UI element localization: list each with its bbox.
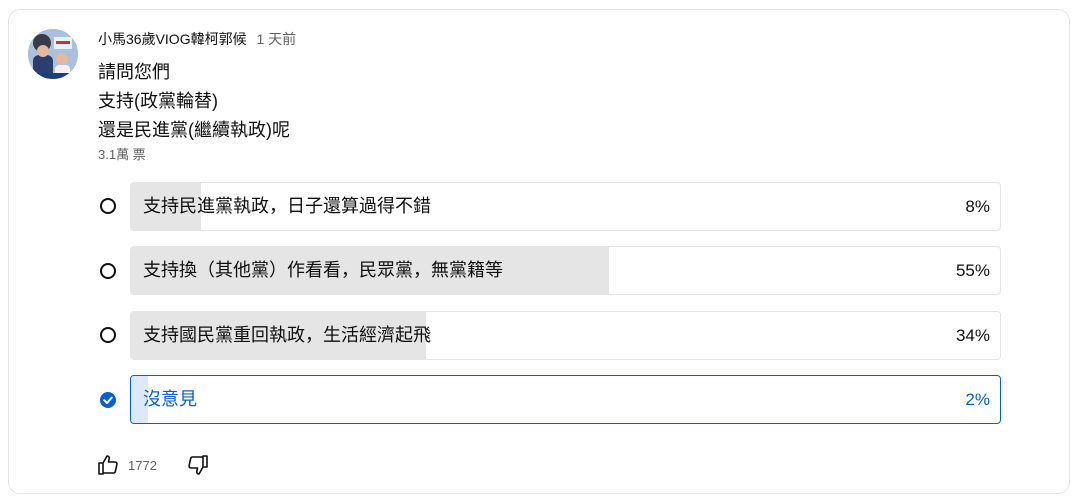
poll-option-label: 支持民進黨執政，日子還算過得不錯	[143, 196, 431, 216]
poll-option-label: 沒意見	[143, 389, 197, 409]
poll-option-label: 支持國民黨重回執政，生活經濟起飛	[143, 325, 431, 345]
poll-option[interactable]: 支持換（其他黨）作看看，民眾黨，無黨籍等 55%	[130, 246, 1001, 295]
post-text: 請問您們 支持(政黨輪替) 還是民進黨(繼續執政)呢	[98, 58, 290, 145]
poll-option-label: 支持換（其他黨）作看看，民眾黨，無黨籍等	[143, 260, 503, 280]
post-text-line: 請問您們	[98, 62, 170, 82]
poll-option-radio[interactable]	[100, 263, 116, 279]
thumb-up-icon[interactable]	[95, 452, 121, 478]
poll-option-percent: 2%	[965, 390, 990, 409]
poll-option-percent: 8%	[965, 197, 990, 216]
poll-option[interactable]: 支持國民黨重回執政，生活經濟起飛 34%	[130, 311, 1001, 360]
post-text-line: 還是民進黨(繼續執政)呢	[98, 120, 290, 140]
check-icon	[103, 396, 113, 404]
avatar[interactable]	[28, 29, 78, 79]
post-text-line: 支持(政黨輪替)	[98, 91, 218, 111]
poll-option-percent: 34%	[955, 326, 990, 345]
poll-option-radio[interactable]	[100, 198, 116, 214]
channel-name[interactable]: 小馬36歲VIOG韓柯郭候	[98, 31, 247, 47]
action-bar: 1772	[95, 450, 211, 480]
comment-header: 小馬36歲VIOG韓柯郭候 1 天前	[98, 30, 296, 48]
poll-option-percent: 55%	[955, 261, 990, 280]
thumb-down-icon[interactable]	[185, 452, 211, 478]
poll-option-radio-checked[interactable]	[100, 392, 116, 408]
poll-option-radio[interactable]	[100, 327, 116, 343]
like-count: 1772	[128, 457, 157, 473]
post-time[interactable]: 1 天前	[256, 31, 296, 47]
poll-option[interactable]: 支持民進黨執政，日子還算過得不錯 8%	[130, 182, 1001, 231]
poll-option[interactable]: 沒意見 2%	[130, 375, 1001, 424]
vote-count: 3.1萬 票	[98, 147, 146, 162]
